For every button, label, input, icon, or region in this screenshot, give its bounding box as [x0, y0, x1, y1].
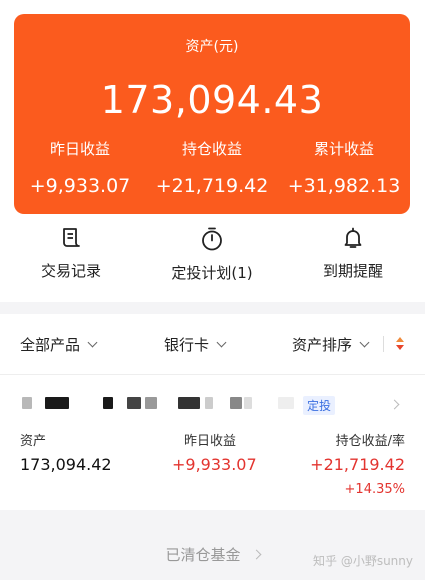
filter-label: 资产排序 [292, 336, 353, 354]
action-label: 定投计划(1) [171, 264, 253, 282]
stat-value: +9,933.07 [29, 175, 131, 197]
stat-value: +21,719.42 [155, 175, 269, 197]
auto-invest-plan-button[interactable]: 定投计划(1) [142, 226, 282, 283]
fund-list-item[interactable]: 定投 资产 昨日收益 持仓收益/率 173,094.42 +9,933.07 +… [0, 375, 425, 510]
quick-actions: 交易记录 定投计划(1) 到期提醒 [0, 226, 425, 292]
sort-down-icon [396, 345, 404, 350]
action-label: 到期提醒 [322, 262, 383, 280]
stat-label: 昨日收益 [49, 140, 110, 158]
fund-holding-rate: +14.35% [344, 482, 405, 497]
sort-order-icon[interactable] [395, 336, 405, 352]
action-label: 交易记录 [40, 262, 101, 280]
watermark: 知乎 @小野sunny [313, 554, 413, 568]
fund-yesterday-earnings: +9,933.07 [172, 455, 257, 474]
chevron-down-icon [359, 337, 370, 348]
maturity-reminder-button[interactable]: 到期提醒 [283, 226, 423, 281]
auto-invest-tag: 定投 [303, 396, 336, 415]
asset-sort-filter[interactable]: 资产排序 [292, 334, 370, 355]
bell-icon [344, 227, 362, 248]
chevron-down-icon [216, 337, 227, 348]
cumulative-earnings-stat: 累计收益 +31,982.13 [278, 138, 410, 197]
filter-bar: 全部产品 银行卡 资产排序 [0, 314, 425, 374]
asset-summary-card: 资产(元) 173,094.43 昨日收益 +9,933.07 持仓收益 +21… [14, 14, 410, 214]
chevron-down-icon [87, 337, 98, 348]
fund-asset-value: 173,094.42 [20, 455, 112, 474]
fund-holding-earnings: +21,719.42 [310, 455, 405, 474]
asset-label: 资产(元) [185, 39, 239, 55]
total-asset-value: 173,094.43 [100, 78, 324, 122]
stat-label: 累计收益 [313, 140, 374, 158]
filter-divider [383, 336, 384, 352]
timer-icon [202, 227, 222, 251]
cleared-funds-label: 已清仓基金 [165, 546, 241, 564]
filter-label: 银行卡 [164, 336, 210, 354]
receipt-icon [63, 228, 80, 247]
yesterday-earnings-stat: 昨日收益 +9,933.07 [14, 138, 146, 197]
sort-up-icon [396, 337, 404, 342]
stat-label: 持仓收益 [181, 140, 242, 158]
stat-value: +31,982.13 [287, 175, 401, 197]
yesterday-column-header: 昨日收益 [184, 434, 237, 449]
filter-label: 全部产品 [20, 336, 81, 354]
fund-assets-page: 资产(元) 173,094.43 昨日收益 +9,933.07 持仓收益 +21… [0, 0, 425, 580]
holding-column-header: 持仓收益/率 [335, 434, 405, 449]
holding-earnings-stat: 持仓收益 +21,719.42 [146, 138, 278, 197]
trade-records-button[interactable]: 交易记录 [1, 226, 141, 281]
section-divider [0, 302, 425, 314]
asset-column-header: 资产 [20, 434, 47, 449]
all-products-filter[interactable]: 全部产品 [20, 334, 98, 355]
bank-card-filter[interactable]: 银行卡 [164, 334, 227, 355]
chevron-right-icon [389, 399, 400, 410]
chevron-right-icon [251, 549, 261, 560]
